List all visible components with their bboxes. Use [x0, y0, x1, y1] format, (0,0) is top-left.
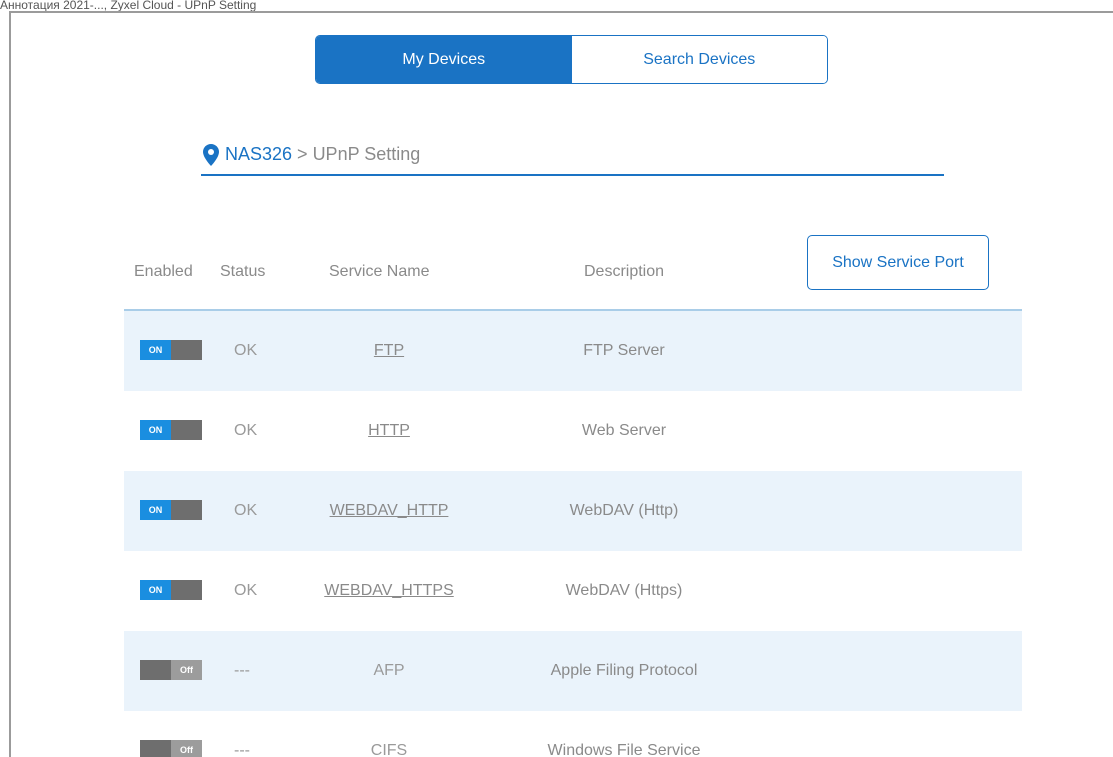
service-description: Apple Filing Protocol	[550, 662, 698, 679]
tab-search-devices[interactable]: Search Devices	[571, 36, 827, 83]
enabled-toggle[interactable]: ON	[140, 580, 202, 600]
tab-my-devices[interactable]: My Devices	[316, 36, 572, 83]
status-text: OK	[234, 342, 258, 359]
breadcrumb: NAS326 > UPnP Setting	[201, 139, 944, 176]
service-name-link[interactable]: FTP	[374, 342, 404, 360]
table-row: Off --- CIFS Windows File Service	[124, 711, 1022, 757]
app-frame: My Devices Search Devices NAS326 > UPnP …	[9, 11, 1113, 757]
toggle-label: ON	[148, 345, 163, 355]
toggle-label: ON	[148, 585, 163, 595]
service-description: Windows File Service	[547, 742, 701, 757]
breadcrumb-current: UPnP Setting	[312, 144, 421, 164]
table-row: Off --- AFP Apple Filing Protocol	[124, 631, 1022, 711]
header-service-name: Service Name	[329, 263, 430, 280]
breadcrumb-separator: >	[297, 144, 308, 164]
service-name-cell: AFP	[314, 631, 464, 711]
enabled-toggle[interactable]: Off	[140, 660, 202, 680]
service-name-cell: HTTP	[314, 391, 464, 471]
service-name-link[interactable]: HTTP	[368, 422, 410, 440]
service-description: WebDAV (Https)	[565, 582, 683, 599]
header-status: Status	[220, 263, 266, 280]
service-description: WebDAV (Http)	[569, 502, 679, 519]
table-row: ON OK HTTP Web Server	[124, 391, 1022, 471]
show-service-port-button[interactable]: Show Service Port	[807, 235, 989, 290]
header-enabled: Enabled	[134, 263, 193, 280]
enabled-toggle[interactable]: ON	[140, 340, 202, 360]
window-caption: Аннотация 2021-..., Zyxel Cloud - UPnP S…	[0, 0, 257, 11]
header-description: Description	[584, 263, 665, 280]
enabled-toggle[interactable]: ON	[140, 500, 202, 520]
location-pin-icon	[203, 143, 219, 166]
service-name-cell: CIFS	[314, 711, 464, 757]
table-row: ON OK WEBDAV_HTTP WebDAV (Http)	[124, 471, 1022, 551]
toggle-label: Off	[180, 665, 193, 675]
toggle-label: ON	[148, 505, 163, 515]
table-row: ON OK WEBDAV_HTTPS WebDAV (Https)	[124, 551, 1022, 631]
service-name-cell: WEBDAV_HTTPS	[314, 551, 464, 631]
enabled-toggle[interactable]: Off	[140, 740, 202, 757]
service-name-link[interactable]: WEBDAV_HTTP	[330, 502, 449, 520]
table-header: Enabled Status Service Name Description …	[124, 235, 1022, 311]
service-name-cell: FTP	[314, 311, 464, 391]
service-description: Web Server	[581, 422, 667, 439]
enabled-toggle[interactable]: ON	[140, 420, 202, 440]
breadcrumb-device-link[interactable]: NAS326	[225, 144, 292, 165]
table-row: ON OK FTP FTP Server	[124, 311, 1022, 391]
service-name-text: AFP	[373, 662, 405, 679]
status-text: OK	[234, 422, 258, 439]
service-description: FTP Server	[583, 342, 665, 359]
status-text: ---	[234, 742, 250, 757]
status-text: OK	[234, 502, 258, 519]
service-name-text: CIFS	[370, 742, 408, 757]
status-text: ---	[234, 662, 250, 679]
toggle-label: ON	[148, 425, 163, 435]
service-name-link[interactable]: WEBDAV_HTTPS	[324, 582, 454, 600]
service-name-cell: WEBDAV_HTTP	[314, 471, 464, 551]
status-text: OK	[234, 582, 258, 599]
toggle-label: Off	[180, 745, 193, 755]
device-tabs: My Devices Search Devices	[315, 35, 828, 84]
